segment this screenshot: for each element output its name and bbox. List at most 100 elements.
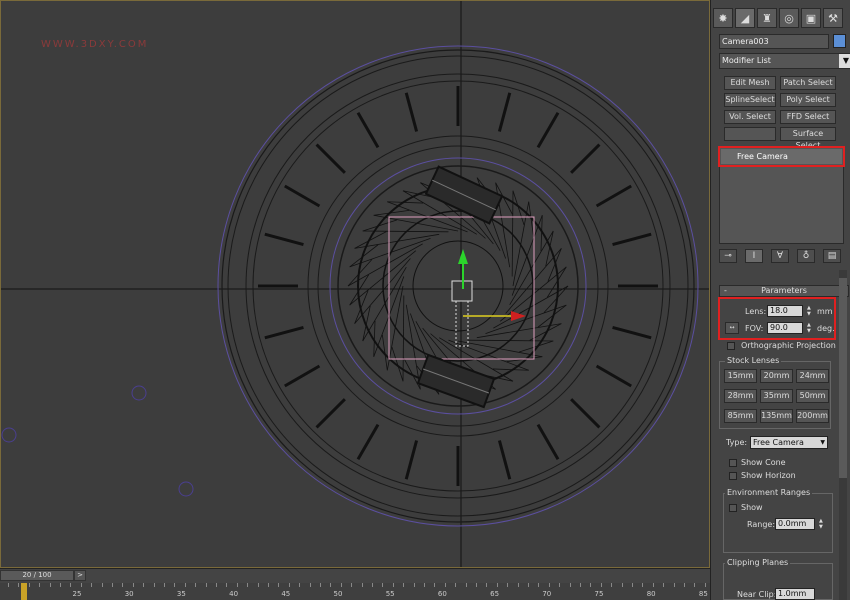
ruler-tick: [236, 583, 238, 587]
stock-lens-button[interactable]: 28mm: [724, 389, 757, 403]
stock-lens-button[interactable]: 20mm: [760, 369, 793, 383]
ruler-tick: [528, 583, 529, 587]
ruler-tick: [611, 583, 613, 587]
timeline[interactable]: 20 / 100 > 25 30 35 40 45 50 55 60 65 70 75 80 85: [0, 568, 710, 600]
ruler-tick: [663, 583, 665, 587]
env-show-label: Show: [741, 503, 763, 512]
ruler-tick: [80, 583, 82, 587]
show-cone-checkbox[interactable]: [729, 459, 737, 467]
near-range-input[interactable]: 0.0mm: [775, 518, 815, 530]
stock-lens-button[interactable]: 35mm: [760, 389, 793, 403]
ruler-tick: [226, 583, 228, 587]
ruler-tick: [403, 583, 405, 587]
ruler-tick: [652, 583, 654, 587]
modify-icon[interactable]: ◢: [735, 8, 755, 28]
surface-select-button[interactable]: Surface Select: [780, 127, 836, 150]
highlight-box-stack: [718, 146, 845, 167]
next-frame-button[interactable]: >: [74, 570, 86, 581]
ortho-checkbox[interactable]: [727, 342, 735, 350]
camera-type-value: Free Camera: [753, 438, 804, 447]
ruler-label: 70: [542, 590, 552, 598]
show-end-result-icon[interactable]: Ι: [745, 249, 763, 263]
ruler-tick: [132, 583, 134, 587]
configure-sets-icon[interactable]: ▤: [823, 249, 841, 263]
utilities-icon[interactable]: ⚒: [823, 8, 843, 28]
hierarchy-icon[interactable]: ♜: [757, 8, 777, 28]
parameters-rollout[interactable]: - Parameters: [719, 285, 849, 297]
camera-type-dropdown[interactable]: Free Camera ▼: [750, 436, 828, 449]
stock-lens-button[interactable]: 15mm: [724, 369, 757, 383]
near-clip-input[interactable]: 1.0mm: [775, 588, 815, 600]
ortho-label: Orthographic Projection: [741, 341, 836, 350]
show-horizon-checkbox[interactable]: [729, 472, 737, 480]
panel-scroll-thumb[interactable]: [839, 278, 847, 478]
playhead-icon[interactable]: [21, 583, 27, 600]
display-icon[interactable]: ▣: [801, 8, 821, 28]
command-panel: ✸ ◢ ♜ ◎ ▣ ⚒ Camera003 Modifier List ▼ Edit Me…: [710, 0, 850, 600]
create-icon[interactable]: ✸: [713, 8, 733, 28]
stock-lens-button[interactable]: 135mm: [760, 409, 793, 423]
modifier-list-dropdown[interactable]: Modifier List ▼: [719, 53, 850, 69]
ruler-tick: [101, 583, 103, 587]
env-show-checkbox[interactable]: [729, 504, 737, 512]
stock-lenses-title: Stock Lenses: [725, 356, 782, 365]
ruler-tick: [91, 583, 93, 587]
ruler-tick: [28, 583, 30, 587]
viewport-top[interactable]: WWW.3DXY.COM: [0, 0, 710, 568]
type-label: Type:: [726, 438, 748, 447]
stock-lens-button[interactable]: 24mm: [796, 369, 829, 383]
spline-select-button[interactable]: SplineSelect: [724, 93, 776, 107]
ruler-tick: [621, 583, 623, 587]
ruler-tick: [642, 583, 644, 587]
watermark: WWW.3DXY.COM: [41, 39, 149, 50]
ffd-select-button[interactable]: FFD Select: [780, 110, 836, 124]
ruler-tick: [465, 583, 467, 587]
ruler-tick: [424, 583, 425, 587]
ruler-tick: [361, 583, 363, 587]
ruler-tick: [704, 583, 706, 587]
ruler-label: 30: [124, 590, 134, 598]
motion-icon[interactable]: ◎: [779, 8, 799, 28]
patch-select-button[interactable]: Patch Select: [780, 76, 836, 90]
remove-modifier-icon[interactable]: ♁: [797, 249, 815, 263]
stock-lens-button[interactable]: 200mm: [796, 409, 829, 423]
poly-select-button[interactable]: Poly Select: [780, 93, 836, 107]
ruler-tick: [195, 583, 197, 587]
ruler-tick: [122, 583, 124, 587]
pin-stack-icon[interactable]: ⊸: [719, 249, 737, 263]
ruler-tick: [517, 583, 519, 587]
object-name-field[interactable]: Camera003: [719, 34, 829, 49]
time-slider[interactable]: 20 / 100: [0, 570, 74, 581]
ruler-tick: [112, 583, 113, 587]
ruler-tick: [684, 583, 685, 587]
ruler-label: 65: [490, 590, 500, 598]
show-cone-label: Show Cone: [741, 458, 786, 467]
empty-modifier-button[interactable]: [724, 127, 776, 141]
ruler-tick: [382, 583, 384, 587]
ruler-tick: [70, 583, 72, 587]
parameters-title: Parameters: [761, 286, 807, 295]
ruler-tick: [538, 583, 540, 587]
ruler-label: 85: [698, 590, 708, 598]
edit-mesh-button[interactable]: Edit Mesh: [724, 76, 776, 90]
object-color-swatch[interactable]: [833, 34, 846, 48]
ruler-label: 50: [333, 590, 343, 598]
show-horizon-label: Show Horizon: [741, 471, 796, 480]
near-range-spinner-icon[interactable]: ▲ ▼: [819, 518, 825, 530]
ruler-tick: [673, 583, 675, 587]
viewport-scene: [1, 1, 709, 567]
make-unique-icon[interactable]: ∀: [771, 249, 789, 263]
ruler-tick: [392, 583, 394, 587]
ruler-tick: [18, 583, 20, 587]
ruler-tick: [496, 583, 498, 587]
ruler-tick: [580, 583, 581, 587]
chevron-down-icon: ▼: [839, 54, 850, 68]
ruler-tick: [632, 583, 633, 587]
stock-lens-button[interactable]: 85mm: [724, 409, 757, 423]
ruler-label: 80: [646, 590, 656, 598]
vol-select-button[interactable]: Vol. Select: [724, 110, 776, 124]
frame-ruler[interactable]: 25 30 35 40 45 50 55 60 65 70 75 80 85: [0, 583, 710, 600]
stock-lens-button[interactable]: 50mm: [796, 389, 829, 403]
collapse-icon: -: [724, 286, 727, 295]
ruler-tick: [299, 583, 301, 587]
